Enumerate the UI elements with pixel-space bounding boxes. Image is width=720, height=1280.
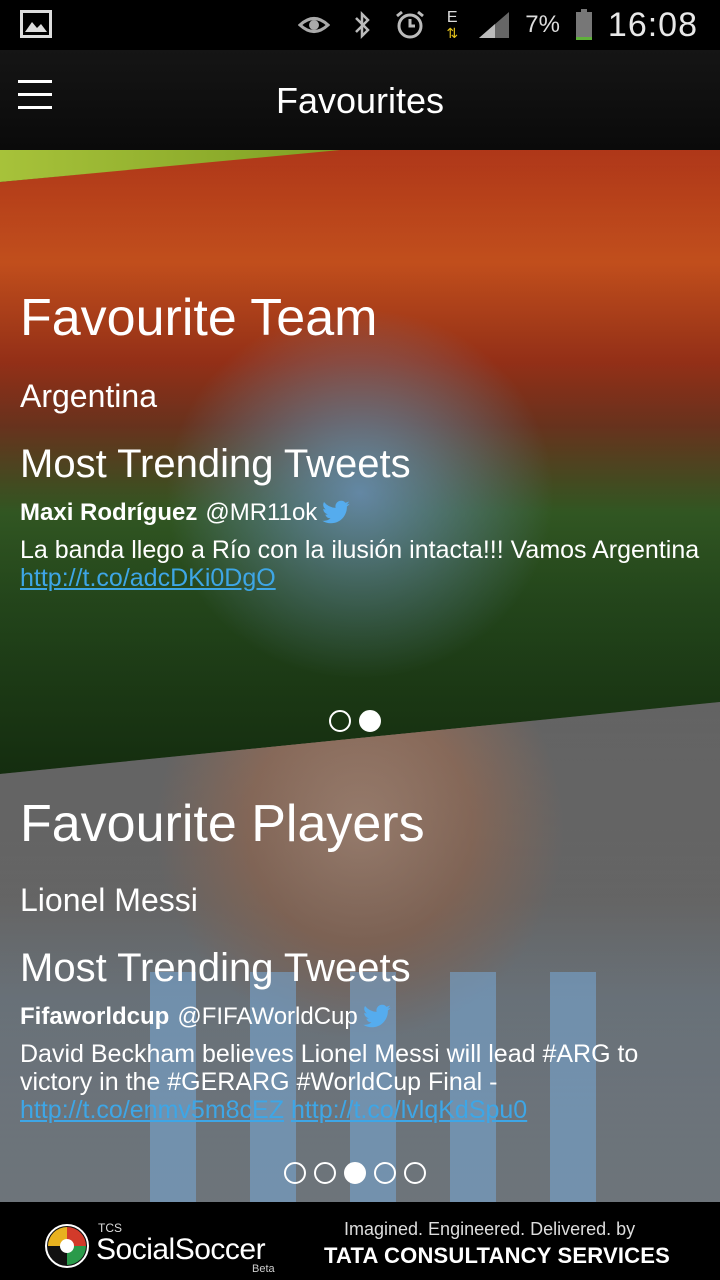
tweet-text: La banda llego a Río con la ilusión inta… [20,536,700,592]
pager-dot[interactable] [314,1162,336,1184]
image-notification-icon [20,10,52,38]
team-name: Argentina [20,378,157,414]
section-title: Favourite Players [20,795,425,853]
players-pager [284,1162,426,1184]
pager-dot[interactable] [284,1162,306,1184]
eye-icon [297,8,331,42]
tweet-author-name: Fifaworldcup [20,1003,170,1030]
pager-dot[interactable] [329,710,351,732]
favourite-players-card[interactable]: Favourite Players Lionel Messi Most Tren… [0,702,720,1202]
pager-dot[interactable] [404,1162,426,1184]
tweet-text: David Beckham believes Lionel Messi will… [20,1040,639,1124]
tweet-link[interactable]: http://t.co/enmv5m8cEZ [20,1096,284,1124]
company-name: TATA CONSULTANCY SERVICES [324,1243,671,1268]
player-name: Lionel Messi [20,882,198,918]
trending-title: Most Trending Tweets [20,442,411,486]
alarm-clock-icon [393,8,427,42]
tweet-handle: @MR11ok [205,499,318,526]
tweet-link[interactable]: http://t.co/lvlqKdSpu0 [291,1096,527,1124]
tweet-handle: @FIFAWorldCup [177,1003,358,1030]
pager-dot[interactable] [374,1162,396,1184]
status-bar: E ⇅ 7% 16:08 [0,0,720,50]
battery-icon [574,8,594,42]
bluetooth-icon [345,8,379,42]
pager-dot[interactable] [344,1162,366,1184]
trending-title: Most Trending Tweets [20,946,411,990]
section-title: Favourite Team [20,289,378,347]
footer: TCS SocialSoccer Beta Imagined. Engineer… [0,1203,720,1280]
tweet-link[interactable]: http://t.co/adcDKi0DgO [20,564,276,592]
app-header: Favourites [0,50,720,150]
page-title: Favourites [275,80,445,121]
tweet-author: Fifaworldcup @FIFAWorldCup [20,1002,700,1032]
beta-badge: Beta [252,1263,275,1275]
clock-time: 16:08 [607,5,698,44]
tweet-author: Maxi Rodríguez @MR11ok [20,498,700,528]
twitter-bird-icon [322,500,351,524]
social-soccer-logo [44,1223,90,1269]
favourite-team-card[interactable]: Favourite Team Argentina Most Trending T… [0,150,720,775]
team-pager [329,710,381,732]
twitter-bird-icon [363,1004,391,1028]
network-type-icon: E ⇅ [446,9,459,41]
pager-dot[interactable] [359,710,381,732]
brand-name: SocialSoccer [96,1233,266,1266]
tweet-author-name: Maxi Rodríguez [20,499,198,526]
battery-percent: 7% [525,11,560,38]
tagline: Imagined. Engineered. Delivered. by [344,1219,636,1239]
signal-strength-icon [477,8,511,42]
